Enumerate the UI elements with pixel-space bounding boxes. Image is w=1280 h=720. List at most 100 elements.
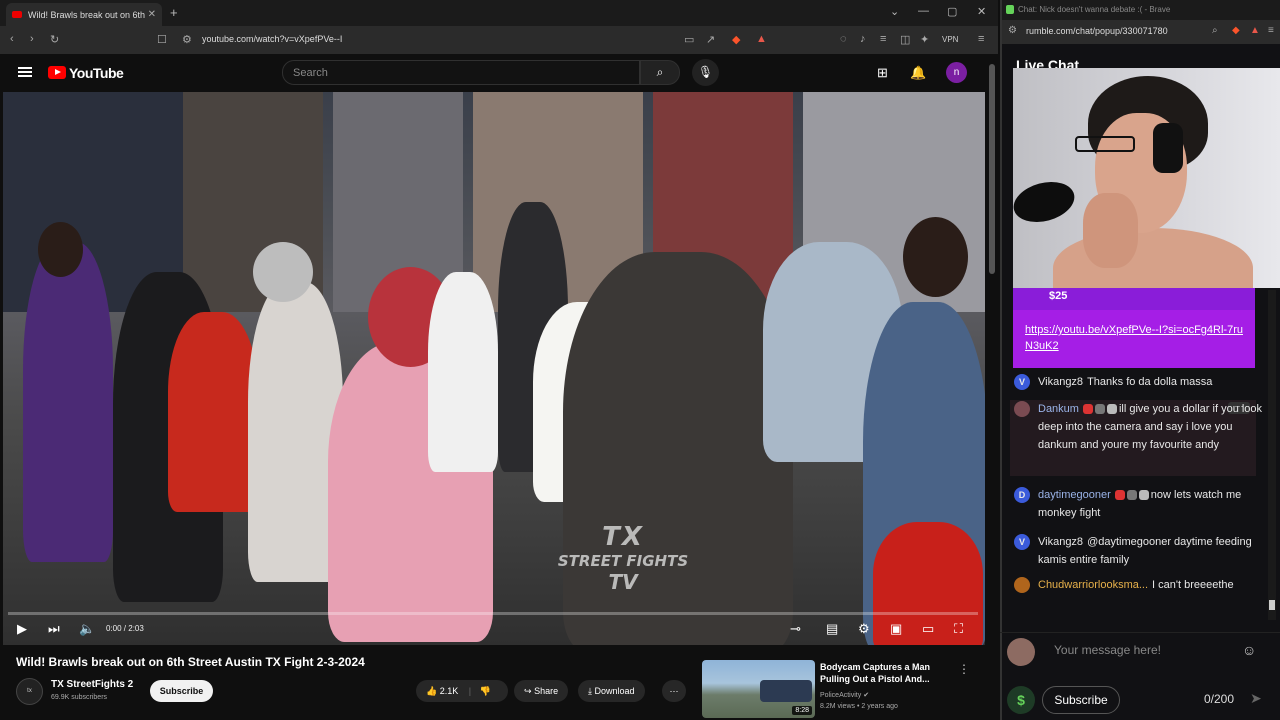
- video-scene-person: [23, 242, 113, 562]
- account-avatar[interactable]: n: [946, 62, 967, 83]
- send-icon[interactable]: ➤: [1250, 690, 1262, 707]
- left-browser-window: Wild! Brawls break out on 6th ✕ + ⌄ — ▢ …: [0, 0, 998, 720]
- chat-username[interactable]: daytimegooner: [1038, 489, 1111, 501]
- back-icon[interactable]: ‹: [10, 33, 14, 45]
- chat-badge-icon: [1106, 404, 1117, 415]
- brave-shield-icon[interactable]: ◆: [732, 33, 740, 46]
- close-window-icon[interactable]: ✕: [977, 5, 986, 18]
- share-page-icon[interactable]: ↗: [706, 33, 715, 46]
- menu-icon[interactable]: ≡: [978, 33, 984, 45]
- settings-gear-icon[interactable]: ⚙: [858, 621, 870, 637]
- chat-user-avatar[interactable]: V: [1014, 534, 1030, 550]
- page-scrollbar-thumb[interactable]: [989, 64, 995, 274]
- webcam-overlay: [1013, 68, 1280, 288]
- play-icon[interactable]: ▶: [17, 621, 27, 637]
- notifications-bell-icon[interactable]: 🔔: [910, 65, 926, 81]
- chat-user-avatar[interactable]: [1014, 401, 1030, 417]
- new-tab-icon[interactable]: +: [170, 5, 178, 20]
- brave-rewards-icon[interactable]: ▲: [1250, 25, 1260, 36]
- thumbnail-car: [760, 680, 812, 702]
- recommended-channel[interactable]: PoliceActivity ✔: [820, 691, 869, 699]
- voice-search-button[interactable]: 🎙: [692, 59, 719, 86]
- address-bar: ‹ › ↻ ☐ ⚙ youtube.com/watch?v=vXpefPVe--…: [0, 26, 998, 54]
- reading-list-icon[interactable]: ≡: [880, 33, 886, 45]
- search-icon: ⌕: [656, 65, 664, 79]
- chat-subscribe-button[interactable]: Subscribe: [1042, 686, 1120, 714]
- forward-icon[interactable]: ›: [30, 33, 34, 45]
- extensions-icon[interactable]: ✦: [920, 33, 929, 46]
- theater-mode-icon[interactable]: ▭: [922, 621, 934, 637]
- chat-username[interactable]: Dankum: [1038, 403, 1079, 415]
- more-actions-button[interactable]: ⋯: [662, 680, 686, 702]
- close-tab-icon[interactable]: ✕: [148, 9, 156, 20]
- video-player[interactable]: TX STREET FIGHTS TV: [3, 92, 985, 645]
- channel-name[interactable]: TX StreetFights 2: [51, 679, 133, 690]
- video-scene-head: [903, 217, 968, 297]
- rant-link[interactable]: https://youtu.be/vXpefPVe--I?si=ocFg4Rl-…: [1013, 310, 1255, 368]
- url-text[interactable]: youtube.com/watch?v=vXpefPVe--I: [202, 34, 342, 44]
- chat-user-avatar[interactable]: [1014, 577, 1030, 593]
- search-button[interactable]: ⌕: [640, 60, 680, 85]
- video-watermark: TX STREET FIGHTS TV: [523, 522, 723, 594]
- chat-user-avatar[interactable]: D: [1014, 487, 1030, 503]
- verified-check-icon: ✔: [863, 692, 870, 699]
- chat-message-text: I can't breeeethe: [1152, 579, 1234, 591]
- chat-scrollbar-thumb[interactable]: [1269, 600, 1275, 610]
- autoplay-toggle-icon[interactable]: ⊸: [790, 621, 801, 637]
- chat-user-avatar[interactable]: V: [1014, 374, 1030, 390]
- chat-username[interactable]: Vikangz8: [1038, 536, 1083, 548]
- next-video-icon[interactable]: ⏭: [48, 621, 60, 637]
- tab-list-icon[interactable]: ⌄: [890, 5, 899, 18]
- char-counter: 0/200: [1204, 692, 1235, 706]
- chat-message-input[interactable]: Your message here!: [1054, 643, 1161, 657]
- chat-message-text: Thanks fo da dolla massa: [1087, 376, 1213, 388]
- vpn-button[interactable]: VPN: [942, 35, 958, 44]
- music-icon[interactable]: ♪: [860, 33, 866, 45]
- share-label: Share: [534, 686, 559, 696]
- minimize-icon[interactable]: —: [918, 5, 929, 17]
- captions-icon[interactable]: ▤: [826, 621, 838, 637]
- chat-icon[interactable]: ◌: [840, 33, 847, 45]
- recommended-more-icon[interactable]: ⋮: [958, 662, 970, 676]
- brave-rewards-icon[interactable]: ▲: [756, 33, 767, 45]
- hamburger-menu-icon[interactable]: [18, 67, 32, 77]
- subscribe-button[interactable]: Subscribe: [150, 680, 213, 702]
- mic-icon: 🎙: [697, 65, 714, 79]
- channel-avatar[interactable]: tx: [16, 678, 43, 705]
- volume-icon[interactable]: 🔈: [79, 621, 95, 637]
- emoji-icon[interactable]: ☺: [1242, 642, 1256, 658]
- zoom-icon[interactable]: ⌕: [1212, 25, 1218, 36]
- rant-dollar-button[interactable]: $: [1007, 686, 1035, 714]
- maximize-icon[interactable]: ▢: [947, 5, 957, 18]
- channel-subscribers: 69.9K subscribers: [51, 694, 108, 701]
- dislike-button[interactable]: 👎: [480, 686, 491, 696]
- right-url-text[interactable]: rumble.com/chat/popup/330071780: [1026, 26, 1168, 36]
- share-button[interactable]: ↪ Share: [514, 680, 569, 702]
- video-progress-bar[interactable]: [8, 612, 978, 615]
- recommended-title[interactable]: Bodycam Captures a Man Pulling Out a Pis…: [820, 661, 950, 685]
- fullscreen-icon[interactable]: ⛶: [954, 621, 963, 637]
- search-input[interactable]: Search: [282, 60, 640, 85]
- menu-icon[interactable]: ≡: [1268, 25, 1274, 36]
- miniplayer-icon[interactable]: ▣: [890, 621, 902, 637]
- youtube-logo-text[interactable]: YouTube: [69, 65, 124, 81]
- tab-bar: Wild! Brawls break out on 6th ✕ + ⌄ — ▢ …: [0, 0, 998, 26]
- download-button[interactable]: ⤓ Download: [578, 680, 645, 702]
- chat-username[interactable]: Vikangz8: [1038, 376, 1083, 388]
- brave-shield-icon[interactable]: ◆: [1232, 25, 1240, 36]
- reload-icon[interactable]: ↻: [50, 33, 59, 46]
- bookmark-icon[interactable]: ☐: [157, 33, 167, 46]
- like-button[interactable]: 👍 2.1K: [426, 686, 458, 696]
- create-icon[interactable]: ⊞: [877, 65, 888, 81]
- site-info-icon[interactable]: ⚙: [182, 33, 192, 46]
- sidebar-icon[interactable]: ◫: [900, 33, 910, 46]
- browser-tab-youtube[interactable]: Wild! Brawls break out on 6th ✕: [6, 3, 162, 26]
- chat-username[interactable]: Chudwarriorlooksma...: [1038, 579, 1148, 591]
- youtube-logo-icon[interactable]: [48, 66, 66, 79]
- cast-icon[interactable]: ▭: [684, 33, 694, 46]
- share-icon: ↪: [524, 686, 532, 696]
- site-info-icon[interactable]: ⚙: [1008, 25, 1017, 36]
- chat-scrollbar[interactable]: [1268, 290, 1276, 620]
- rant-amount: $25: [1049, 290, 1068, 302]
- recommended-thumbnail[interactable]: 8:28: [702, 660, 815, 718]
